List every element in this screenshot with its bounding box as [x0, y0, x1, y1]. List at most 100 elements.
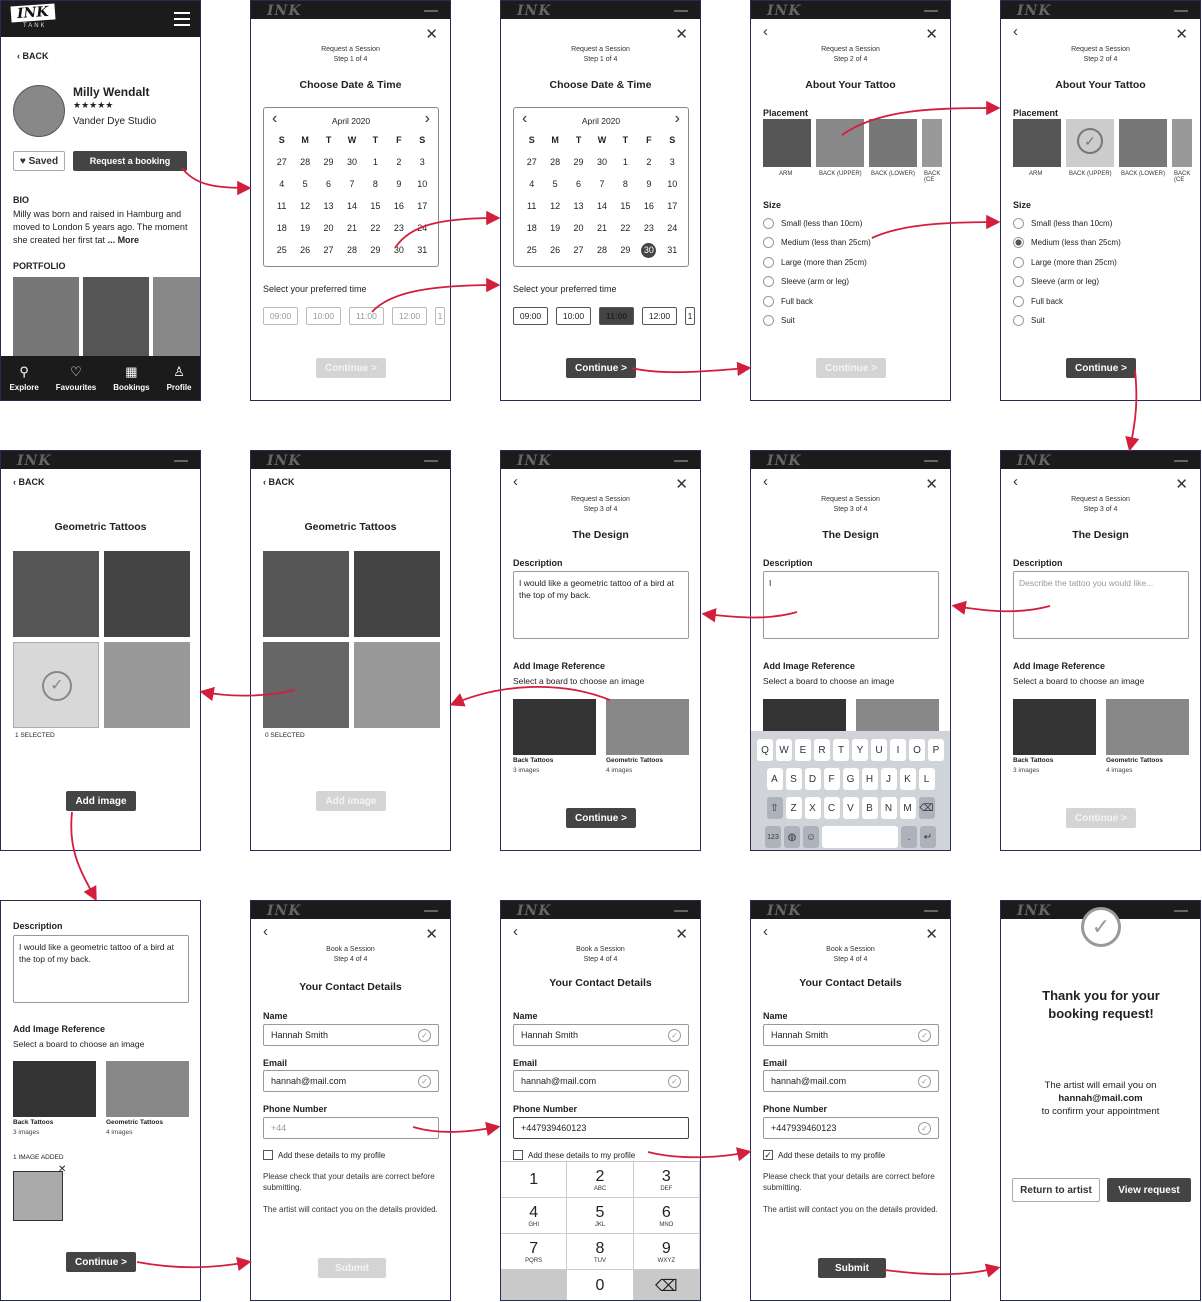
chevron-left-icon[interactable]: ‹	[513, 923, 518, 940]
chevron-left-icon[interactable]: ‹	[763, 473, 768, 490]
close-icon[interactable]: ✕	[925, 925, 938, 943]
continue-button[interactable]: Continue >	[566, 358, 636, 378]
placement-back-lower[interactable]	[869, 119, 917, 167]
nav-bookings[interactable]: ▦ Bookings	[113, 364, 149, 392]
size-option[interactable]: Full back	[1013, 296, 1063, 307]
size-option[interactable]: Small (less than 10cm)	[763, 218, 862, 229]
continue-button[interactable]: Continue >	[816, 358, 886, 378]
grid-image[interactable]	[104, 642, 190, 728]
close-icon[interactable]: ✕	[925, 475, 938, 493]
back-button[interactable]: ‹ BACK	[263, 477, 295, 487]
size-option[interactable]: Medium (less than 25cm)	[763, 237, 871, 248]
time-slot[interactable]: 09:00	[263, 307, 298, 325]
email-field[interactable]: hannah@mail.com ✓	[263, 1070, 439, 1092]
shift-icon[interactable]: ⇧	[766, 797, 783, 819]
size-option[interactable]: Large (more than 25cm)	[1013, 257, 1117, 268]
close-icon[interactable]: ✕	[425, 925, 438, 943]
grid-image[interactable]	[263, 551, 349, 637]
description-input[interactable]: I would like a geometric tattoo of a bir…	[513, 571, 689, 639]
size-option[interactable]: Suit	[763, 315, 795, 326]
backspace-icon[interactable]: ⌫	[633, 1270, 700, 1300]
calendar-day[interactable]: 27	[270, 156, 293, 169]
portfolio-image[interactable]	[153, 277, 200, 357]
placement-back-upper[interactable]: ✓	[1066, 119, 1114, 167]
portfolio-image[interactable]	[83, 277, 149, 357]
back-button[interactable]: ‹ BACK	[17, 51, 49, 61]
key[interactable]: 7 PQRS	[501, 1234, 568, 1270]
grid-image[interactable]	[13, 551, 99, 637]
close-icon[interactable]: ✕	[925, 25, 938, 43]
placement-back-centre[interactable]	[1172, 119, 1192, 167]
size-option[interactable]: Full back	[763, 296, 813, 307]
nav-profile[interactable]: ♙ Profile	[167, 364, 192, 392]
size-option-selected[interactable]: Medium (less than 25cm)	[1013, 237, 1121, 248]
size-option[interactable]: Sleeve (arm or leg)	[1013, 276, 1099, 287]
grid-image[interactable]	[104, 551, 190, 637]
backspace-icon[interactable]: ⌫	[918, 797, 935, 819]
continue-button[interactable]: Continue >	[566, 808, 636, 828]
placement-back-lower[interactable]	[1119, 119, 1167, 167]
size-option[interactable]: Sleeve (arm or leg)	[763, 276, 849, 287]
size-option[interactable]: Suit	[1013, 315, 1045, 326]
close-icon[interactable]: ✕	[1175, 475, 1188, 493]
return-icon[interactable]: ↵	[920, 826, 936, 848]
time-slot[interactable]: 12:00	[642, 307, 677, 325]
nav-favourites[interactable]: ♡ Favourites	[56, 364, 96, 392]
chevron-left-icon[interactable]: ‹	[763, 23, 768, 40]
space-key[interactable]	[822, 826, 898, 848]
close-icon[interactable]: ✕	[675, 25, 688, 43]
description-input[interactable]: Describe the tattoo you would like...	[1013, 571, 1189, 639]
key-zero[interactable]: 0	[567, 1270, 634, 1300]
board-geometric-tattoos[interactable]	[606, 699, 689, 755]
phone-field[interactable]: +44	[263, 1117, 439, 1139]
key[interactable]: 9 WXYZ	[633, 1234, 700, 1270]
add-image-button[interactable]: Add image	[316, 791, 386, 811]
submit-button[interactable]: Submit	[818, 1258, 886, 1278]
grid-image-selected[interactable]: ✓	[13, 642, 99, 728]
save-details-checkbox[interactable]: Add these details to my profile	[513, 1150, 635, 1160]
time-slot[interactable]: 09:00	[513, 307, 548, 325]
continue-button[interactable]: Continue >	[1066, 808, 1136, 828]
grid-image[interactable]	[263, 642, 349, 728]
key[interactable]: 5 JKL	[567, 1198, 634, 1234]
selected-day[interactable]: 30	[641, 243, 657, 258]
view-request-button[interactable]: View request	[1107, 1178, 1191, 1202]
close-icon[interactable]: ✕	[425, 25, 438, 43]
key[interactable]: 2 ABC	[567, 1162, 634, 1198]
chevron-left-icon[interactable]: ‹	[1013, 23, 1018, 40]
name-field[interactable]: Hannah Smith ✓	[763, 1024, 939, 1046]
more-link[interactable]: ... More	[108, 235, 140, 245]
board-back-tattoos[interactable]	[13, 1061, 96, 1117]
close-icon[interactable]: ✕	[1175, 25, 1188, 43]
email-field[interactable]: hannah@mail.com ✓	[763, 1070, 939, 1092]
phone-field[interactable]: +447939460123 ✓	[763, 1117, 939, 1139]
period-key[interactable]: .	[901, 826, 917, 848]
time-slot[interactable]: 10:00	[306, 307, 341, 325]
chevron-left-icon[interactable]: ‹	[263, 923, 268, 940]
name-field[interactable]: Hannah Smith ✓	[263, 1024, 439, 1046]
return-to-artist-button[interactable]: Return to artist	[1012, 1178, 1100, 1202]
description-input[interactable]: I would like a geometric tattoo of a bir…	[13, 935, 189, 1003]
placement-back-centre[interactable]	[922, 119, 942, 167]
globe-icon[interactable]: ◍	[784, 826, 800, 848]
board-back-tattoos[interactable]	[513, 699, 596, 755]
continue-button[interactable]: Continue >	[316, 358, 386, 378]
description-input[interactable]: I	[763, 571, 939, 639]
key[interactable]: 3 DEF	[633, 1162, 700, 1198]
nav-explore[interactable]: ⚲ Explore	[9, 364, 38, 392]
board-back-tattoos[interactable]	[1013, 699, 1096, 755]
time-slot[interactable]: 11:00	[349, 307, 384, 325]
name-field[interactable]: Hannah Smith ✓	[513, 1024, 689, 1046]
size-option[interactable]: Small (less than 10cm)	[1013, 218, 1112, 229]
chevron-left-icon[interactable]: ‹	[1013, 473, 1018, 490]
grid-image[interactable]	[354, 551, 440, 637]
key[interactable]: 4 GHI	[501, 1198, 568, 1234]
saved-button[interactable]: ♥ Saved	[13, 151, 65, 171]
board-geometric-tattoos[interactable]	[1106, 699, 1189, 755]
time-slot-selected[interactable]: 11:00	[599, 307, 634, 325]
key[interactable]: 6 MNO	[633, 1198, 700, 1234]
emoji-icon[interactable]: ☺	[803, 826, 819, 848]
grid-image[interactable]	[354, 642, 440, 728]
portfolio-image[interactable]	[13, 277, 79, 357]
time-slot[interactable]: 1	[435, 307, 445, 325]
